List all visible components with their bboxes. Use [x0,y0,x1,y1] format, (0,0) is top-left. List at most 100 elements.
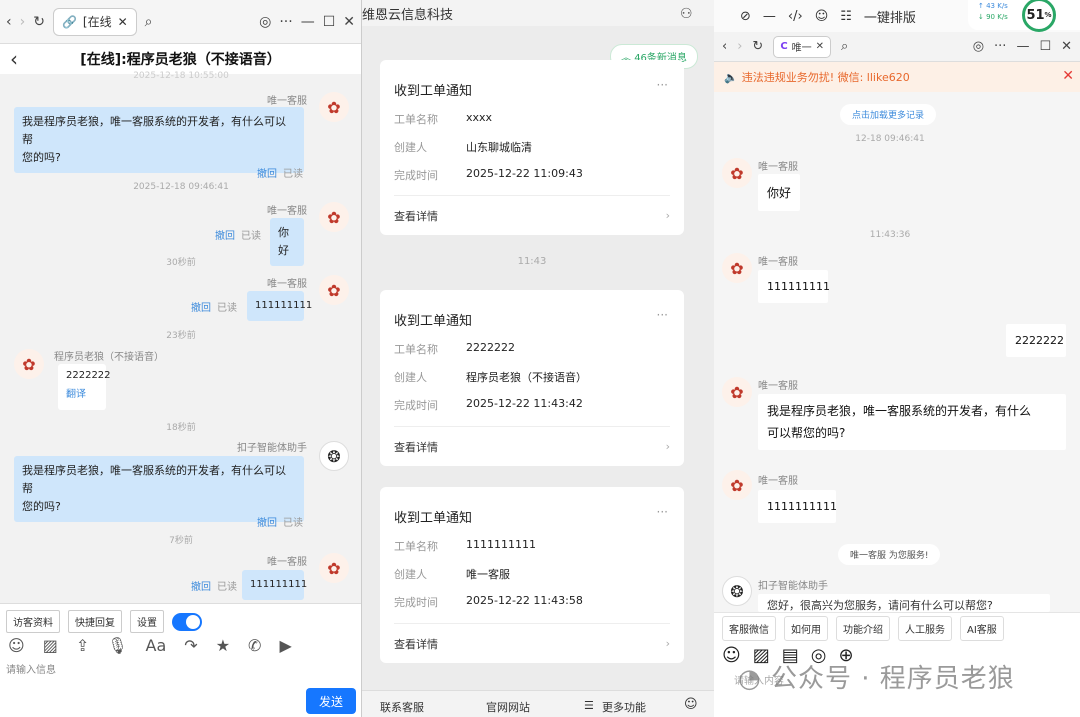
more-features-link[interactable]: 更多功能 [602,699,646,715]
star-icon[interactable]: ★ [216,636,230,655]
chat-header: ‹ [在线]:程序员老狼（不接语音） [0,44,361,74]
quick-reply-button[interactable]: 快捷回复 [68,610,122,633]
more-icon[interactable]: ··· [657,78,668,92]
maximize-icon[interactable]: ☐ [1039,39,1051,54]
back-arrow-icon[interactable]: ‹ [10,47,18,71]
chevron-right-icon: › [665,209,670,222]
ticket-card[interactable]: 收到工单通知 ··· 工单名称 2222222 创建人 程序员老狼（不接语音） 完成… [380,290,684,466]
globe-icon[interactable]: ◎ [259,14,271,30]
tab-label: 唯一 [791,43,812,54]
message-input[interactable]: 请输入信息 [6,661,56,676]
quick-buttons: 客服微信 如何用 功能介绍 人工服务 AI客服 [722,616,1004,641]
font-icon[interactable]: Aa [146,636,167,655]
timestamp: 23秒前 [166,331,196,341]
reload-icon[interactable]: ↻ [752,39,763,54]
one-click-layout[interactable]: 一键排版 [864,7,916,26]
bird-avatar-icon: ✿ [722,377,752,407]
view-details-link[interactable]: 查看详情 › [394,195,670,235]
back-icon[interactable]: ‹ [722,39,727,54]
input-icon-row: ☺ ▨ ⇪ 🎙 Aa ↷ ★ ✆ ▶ [0,636,300,655]
bird-avatar-icon: ✿ [722,470,752,500]
contact-service-link[interactable]: 联系客服 [380,699,424,715]
image-icon[interactable]: ▨ [43,636,58,655]
more-icon[interactable]: ··· [657,308,668,322]
message-text: 可以帮您的吗? [767,426,846,440]
search-icon[interactable]: ⌕ [841,39,848,54]
view-details-link[interactable]: 查看详情 › [394,426,670,466]
upload-icon[interactable]: ⇪ [76,636,89,655]
warning-banner: 🔈 违法违规业务勿扰! 微信: llike620 ✕ [714,62,1080,92]
browser-tab[interactable]: C 唯一 ✕ [773,35,832,58]
dash-icon[interactable]: — [763,9,776,24]
quick-button[interactable]: 客服微信 [722,616,776,641]
share-icon[interactable]: ↷ [184,636,197,655]
emoji-icon[interactable]: ☺ [8,636,25,655]
quick-button[interactable]: 功能介绍 [836,616,890,641]
load-more-button[interactable]: 点击加载更多记录 [840,104,937,125]
user-icon[interactable]: ⚇ [680,6,693,22]
tag-icon[interactable]: ⊘ [740,9,751,24]
close-icon[interactable]: ✕ [118,15,128,29]
revoke-link[interactable]: 撤回 [215,231,235,242]
maximize-icon[interactable]: ☐ [323,14,336,30]
message-bubble: 你好 [758,174,800,211]
more-icon[interactable]: ··· [657,505,668,519]
visitor-info-button[interactable]: 访客资料 [6,610,60,633]
reload-icon[interactable]: ↻ [33,14,45,30]
forward-icon[interactable]: › [20,14,26,30]
sender-name: 扣子智能体助手 [758,581,828,592]
openai-avatar-icon: ❂ [319,441,349,471]
speaker-icon: 🔈 [724,70,738,84]
forward-icon[interactable]: › [737,39,742,54]
message-bubble: 我是程序员老狼，唯一客服系统的开发者，有什么 可以帮您的吗? [758,394,1066,450]
watermark-text: 公众号 · 程序员老狼 [770,664,1015,694]
view-details-label: 查看详情 [394,209,438,223]
back-icon[interactable]: ‹ [6,14,12,30]
sender-name: 程序员老狼（不接语音） [54,352,164,363]
more-icon[interactable]: ··· [994,39,1006,54]
revoke-link[interactable]: 撤回 [257,169,277,180]
translate-link[interactable]: 翻译 [66,385,98,400]
layout-icon[interactable]: ☷ [840,9,852,24]
message-bubble: 我是程序员老狼，唯一客服系统的开发者，有什么可以帮 您的吗? [14,456,304,522]
phone-icon[interactable]: ✆ [248,636,261,655]
official-site-link[interactable]: 官网网站 [486,699,530,715]
revoke-link[interactable]: 撤回 [191,582,211,593]
field-label: 工单名称 [394,343,438,356]
field-label: 完成时间 [394,399,438,412]
more-icon[interactable]: ··· [279,14,292,30]
close-window-icon[interactable]: ✕ [343,14,355,30]
video-icon[interactable]: ▶ [279,636,291,655]
code-icon[interactable]: ‹/› [788,9,803,24]
quick-button[interactable]: 如何用 [784,616,828,641]
menu-icon[interactable]: ☰ [584,699,594,712]
settings-button[interactable]: 设置 [130,610,164,633]
search-icon[interactable]: ⌕ [145,14,153,30]
ticket-card[interactable]: 收到工单通知 ··· 工单名称 xxxx 创建人 山东聊城临清 完成时间 2025-1… [380,60,684,235]
globe-icon[interactable]: ◎ [973,39,984,54]
quick-button[interactable]: 人工服务 [898,616,952,641]
browser-tab[interactable]: 🔗 [在线 ✕ [52,7,137,36]
field-label: 工单名称 [394,113,438,126]
message-bubble: 您好，很高兴为您服务，请问有什么可以帮您? [758,594,1050,612]
emoji-icon[interactable]: ☺ [815,9,829,24]
sender-name: 唯一客服 [758,162,798,173]
revoke-link[interactable]: 撤回 [257,518,277,529]
minimize-icon[interactable]: — [301,14,315,30]
close-banner-icon[interactable]: ✕ [1062,68,1074,84]
auto-toggle[interactable] [172,612,202,631]
microphone-icon[interactable]: 🎙 [107,636,127,655]
robot-icon[interactable]: ☺ [684,697,698,712]
timestamp: 2025-12-18 10:55:00 [133,71,229,81]
message-bubble: 2222222 [1006,324,1066,357]
minimize-icon[interactable]: — [1016,39,1029,54]
view-details-link[interactable]: 查看详情 › [394,623,670,663]
ticket-card[interactable]: 收到工单通知 ··· 工单名称 1111111111 创建人 唯一客服 完成时间 20… [380,487,684,663]
revoke-link[interactable]: 撤回 [191,303,211,314]
timestamp: 11:43:36 [869,230,911,240]
quick-button[interactable]: AI客服 [960,616,1004,641]
sender-name: 唯一客服 [758,476,798,487]
send-button[interactable]: 发送 [306,688,356,714]
close-icon[interactable]: ✕ [816,41,824,52]
close-window-icon[interactable]: ✕ [1061,39,1072,54]
